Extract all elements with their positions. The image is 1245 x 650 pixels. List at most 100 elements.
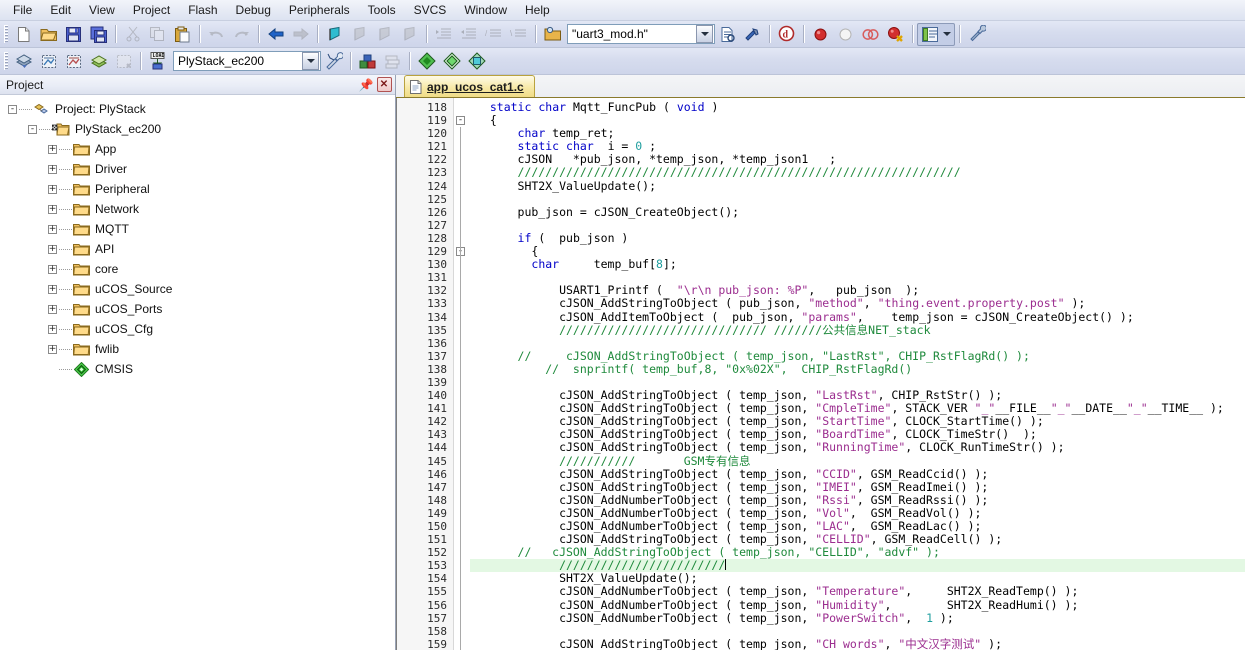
fold-cell[interactable]: - <box>454 245 470 258</box>
tree-item-peripheral[interactable]: + Peripheral <box>0 179 395 199</box>
stop-build-icon[interactable] <box>112 50 135 72</box>
close-icon[interactable]: ✕ <box>376 77 392 93</box>
copy-icon[interactable] <box>146 23 169 45</box>
bookmark-clear-icon[interactable] <box>398 23 421 45</box>
target-options-icon[interactable] <box>322 50 345 72</box>
code-line[interactable]: cJSON_AddStringToObject ( temp_json, "CH… <box>470 637 1245 650</box>
code-line[interactable]: cJSON_AddNumberToObject ( temp_json, "Po… <box>470 611 1245 625</box>
tree-item-driver[interactable]: + Driver <box>0 159 395 179</box>
expand-icon[interactable]: + <box>48 344 57 354</box>
bookmark-next-icon[interactable] <box>373 23 396 45</box>
components-icon[interactable] <box>381 50 404 72</box>
code-line[interactable]: char temp_buf[8]; <box>470 258 1245 271</box>
comment-icon[interactable]: / <box>482 23 505 45</box>
navigate-back-icon[interactable] <box>264 23 287 45</box>
toolbar-grip[interactable] <box>4 52 8 70</box>
indent-icon[interactable] <box>432 23 455 45</box>
cut-icon[interactable] <box>121 23 144 45</box>
window-layout-icon[interactable] <box>919 23 940 45</box>
menu-item-file[interactable]: File <box>4 1 41 20</box>
select-software-packs-icon[interactable] <box>465 50 488 72</box>
collapse-icon[interactable]: - <box>456 116 465 126</box>
expand-icon[interactable]: + <box>48 304 57 314</box>
tree-item-mqtt[interactable]: + MQTT <box>0 219 395 239</box>
expand-icon[interactable]: + <box>48 244 57 254</box>
expand-icon[interactable]: + <box>48 164 57 174</box>
file-search-combo[interactable]: "uart3_mod.h" <box>567 24 715 44</box>
code-line[interactable]: if ( pub_json ) <box>470 231 1245 245</box>
code-text[interactable]: static char Mqtt_FuncPub ( void ) { char… <box>470 98 1245 650</box>
code-line[interactable]: ////////////////////////////// ///////公共… <box>470 323 1245 337</box>
disable-breakpoint-icon[interactable] <box>834 23 857 45</box>
fold-column[interactable]: -- <box>454 98 470 650</box>
menu-item-svcs[interactable]: SVCS <box>405 1 456 20</box>
menu-item-help[interactable]: Help <box>516 1 559 20</box>
undo-icon[interactable] <box>205 23 228 45</box>
menu-item-flash[interactable]: Flash <box>179 1 226 20</box>
code-line[interactable]: pub_json = cJSON_CreateObject(); <box>470 205 1245 219</box>
toolbar-grip[interactable] <box>4 25 8 43</box>
menu-item-debug[interactable]: Debug <box>227 1 280 20</box>
menu-item-edit[interactable]: Edit <box>41 1 80 20</box>
chevron-down-icon[interactable] <box>940 24 953 45</box>
chevron-down-icon[interactable] <box>302 52 319 70</box>
target-select-combo[interactable]: PlyStack_ec200 <box>173 51 321 71</box>
browse-folder-icon[interactable] <box>541 23 564 45</box>
disable-all-breakpoints-icon[interactable] <box>859 23 882 45</box>
menu-item-peripherals[interactable]: Peripherals <box>280 1 359 20</box>
collapse-icon[interactable]: - <box>8 104 17 114</box>
code-editor[interactable]: 118 119 120 121 122 123 124 125 126 127 128 129 130 1… <box>396 98 1245 650</box>
expand-icon[interactable]: + <box>48 184 57 194</box>
code-line[interactable]: SHT2X_ValueUpdate(); <box>470 179 1245 193</box>
expand-icon[interactable]: + <box>48 224 57 234</box>
chevron-down-icon[interactable] <box>696 25 713 43</box>
tree-item-core[interactable]: + core <box>0 259 395 279</box>
manage-runtime-env-icon[interactable] <box>440 50 463 72</box>
pack-installer-icon[interactable] <box>415 50 438 72</box>
navigate-forward-icon[interactable] <box>289 23 312 45</box>
expand-icon[interactable]: + <box>48 204 57 214</box>
find-in-files-icon[interactable] <box>716 23 739 45</box>
paste-icon[interactable] <box>171 23 194 45</box>
tree-item-cmsis[interactable]: CMSIS <box>0 359 395 379</box>
tree-item-plystack-ec200[interactable]: - PlyStack_ec200 <box>0 119 395 139</box>
bookmark-toggle-icon[interactable] <box>323 23 346 45</box>
expand-icon[interactable]: + <box>48 284 57 294</box>
batch-build-icon[interactable] <box>87 50 110 72</box>
code-line[interactable]: static char Mqtt_FuncPub ( void ) <box>470 100 1245 114</box>
editor-tab-app-ucos-cat1-c[interactable]: app_ucos_cat1.c <box>404 75 535 97</box>
tree-item-app[interactable]: + App <box>0 139 395 159</box>
expand-icon[interactable]: + <box>48 324 57 334</box>
menu-item-project[interactable]: Project <box>124 1 179 20</box>
project-tree[interactable]: - Project: PlyStack - PlyStack_ec200 + App + Dr… <box>0 95 395 650</box>
redo-icon[interactable] <box>230 23 253 45</box>
find-icon[interactable]: d <box>775 23 798 45</box>
menu-item-tools[interactable]: Tools <box>359 1 405 20</box>
pin-icon[interactable]: 📌 <box>358 77 374 93</box>
outdent-icon[interactable] <box>457 23 480 45</box>
download-icon[interactable]: LOAD <box>146 50 169 72</box>
rebuild-icon[interactable] <box>62 50 85 72</box>
expand-icon[interactable]: + <box>48 264 57 274</box>
open-file-icon[interactable] <box>37 23 60 45</box>
uncomment-icon[interactable]: \ <box>507 23 530 45</box>
build-icon[interactable] <box>37 50 60 72</box>
goto-definition-icon[interactable] <box>741 23 764 45</box>
save-all-icon[interactable] <box>87 23 110 45</box>
configure-icon[interactable] <box>965 23 988 45</box>
tree-item-network[interactable]: + Network <box>0 199 395 219</box>
tree-item-ucos-ports[interactable]: + uCOS_Ports <box>0 299 395 319</box>
tree-item-ucos-cfg[interactable]: + uCOS_Cfg <box>0 319 395 339</box>
translate-icon[interactable] <box>12 50 35 72</box>
manage-project-items-icon[interactable] <box>356 50 379 72</box>
expand-icon[interactable]: + <box>48 144 57 154</box>
tree-item-fwlib[interactable]: + fwlib <box>0 339 395 359</box>
tree-item-ucos-source[interactable]: + uCOS_Source <box>0 279 395 299</box>
fold-cell[interactable]: - <box>454 114 470 127</box>
tree-item-project-plystack[interactable]: - Project: PlyStack <box>0 99 395 119</box>
menu-item-view[interactable]: View <box>80 1 124 20</box>
save-icon[interactable] <box>62 23 85 45</box>
menu-item-window[interactable]: Window <box>455 1 516 20</box>
code-line[interactable]: // snprintf( temp_buf,8, "0x%02X", CHIP_… <box>470 362 1245 376</box>
insert-breakpoint-icon[interactable] <box>809 23 832 45</box>
